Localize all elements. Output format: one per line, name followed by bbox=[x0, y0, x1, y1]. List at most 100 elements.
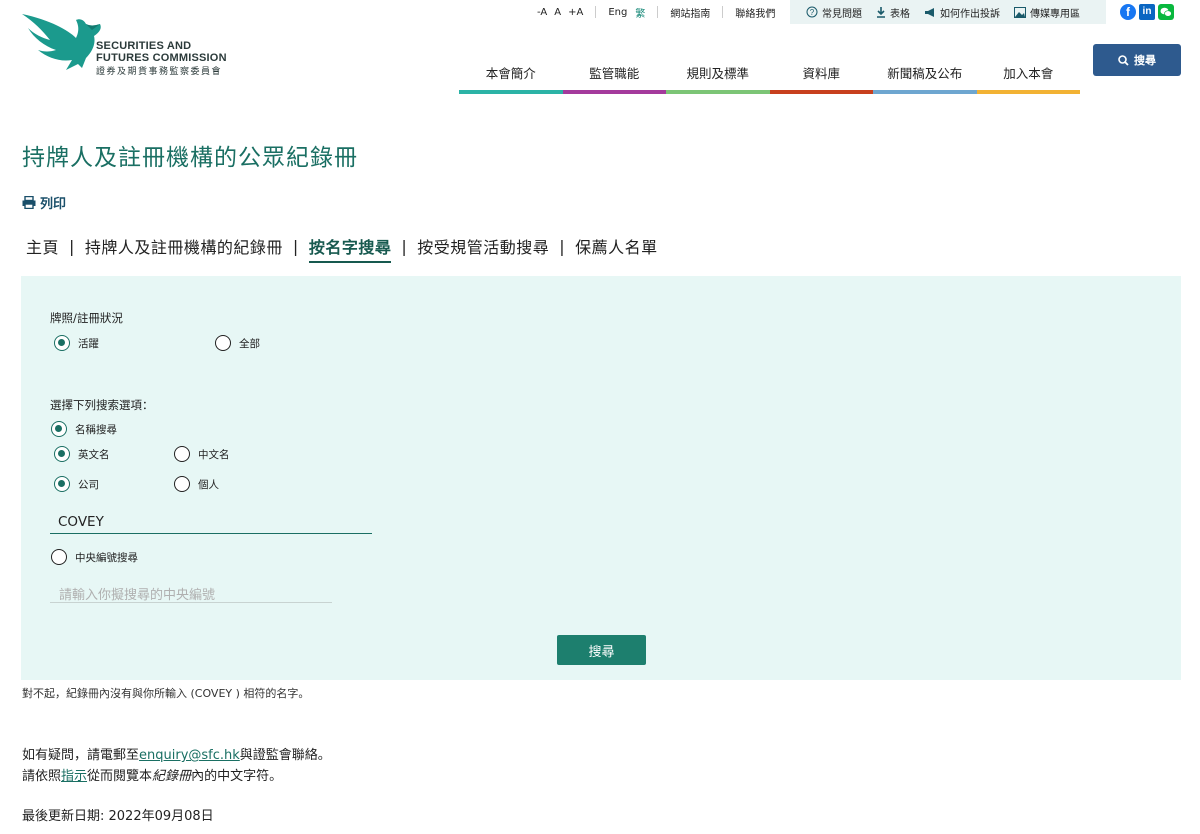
nav-underline bbox=[769, 90, 873, 94]
media-label: 傳媒專用區 bbox=[1030, 8, 1080, 20]
forms-label: 表格 bbox=[890, 8, 910, 20]
nav-label: 加入本會 bbox=[1003, 66, 1054, 81]
nav-underline bbox=[666, 90, 770, 94]
nav-regulatory[interactable]: 監管職能 bbox=[562, 60, 666, 94]
company-radio[interactable]: 公司 bbox=[54, 476, 99, 492]
nav-news[interactable]: 新聞稿及公布 bbox=[873, 60, 977, 94]
divider bbox=[657, 6, 659, 18]
nav-underline bbox=[459, 90, 563, 94]
nav-label: 新聞稿及公布 bbox=[887, 66, 963, 81]
ce-number-input[interactable]: 請輸入你擬搜尋的中央編號 bbox=[50, 584, 332, 603]
last-updated: 最後更新日期: 2022年09月08日 bbox=[22, 809, 214, 824]
font-size-decrease[interactable]: -A bbox=[537, 7, 547, 18]
radio-label: 個人 bbox=[198, 478, 219, 491]
wechat-icon[interactable] bbox=[1158, 4, 1174, 20]
nav-about[interactable]: 本會簡介 bbox=[459, 60, 563, 94]
individual-radio[interactable]: 個人 bbox=[174, 476, 219, 492]
radio-label: 中文名 bbox=[198, 448, 230, 461]
radio-circle bbox=[215, 335, 231, 351]
radio-label: 中央編號搜尋 bbox=[75, 551, 138, 564]
enquiry-line: 如有疑問，請電郵至enquiry@sfc.hk與證監會聯絡。 bbox=[22, 745, 331, 766]
radio-circle bbox=[174, 476, 190, 492]
enquiry-prefix: 如有疑問，請電郵至 bbox=[22, 748, 140, 763]
crumb-separator: | bbox=[559, 236, 566, 256]
complaint-link[interactable]: 如何作出投訴 bbox=[924, 5, 1000, 20]
faq-link[interactable]: ? 常見問題 bbox=[806, 5, 862, 20]
crumb-register[interactable]: 持牌人及註冊機構的紀錄冊 bbox=[85, 234, 283, 258]
chinese-name-radio[interactable]: 中文名 bbox=[174, 446, 230, 462]
divider bbox=[595, 6, 597, 18]
crumb-name-search[interactable]: 按名字搜尋 bbox=[308, 234, 392, 263]
nav-rules[interactable]: 規則及標準 bbox=[666, 60, 770, 94]
name-search-radio[interactable]: 名稱搜尋 bbox=[51, 421, 117, 437]
sfc-logo[interactable]: SECURITIES AND FUTURES COMMISSION 證券及期貨事… bbox=[20, 8, 235, 80]
guide-line: 請依照指示從而閱覽本紀錄冊內的中文字符。 bbox=[22, 766, 331, 787]
svg-text:?: ? bbox=[810, 8, 815, 17]
print-button[interactable]: 列印 bbox=[22, 193, 66, 212]
image-icon bbox=[1014, 6, 1026, 18]
radio-label: 活躍 bbox=[78, 337, 99, 350]
nav-underline bbox=[562, 90, 666, 94]
radio-circle bbox=[51, 421, 67, 437]
megaphone-icon bbox=[925, 7, 934, 17]
logo-zh: 證券及期貨事務監察委員會 bbox=[96, 66, 223, 76]
status-all-radio[interactable]: 全部 bbox=[215, 335, 260, 351]
media-link[interactable]: 傳媒專用區 bbox=[1014, 5, 1080, 20]
enquiry-text: 如有疑問，請電郵至enquiry@sfc.hk與證監會聯絡。 請依照指示從而閱覽… bbox=[22, 745, 331, 787]
quick-links: ? 常見問題 表格 如何作出投訴 傳媒專用區 bbox=[806, 0, 1094, 24]
sitemap-link[interactable]: 網站指南 bbox=[670, 5, 710, 20]
search-button-label: 搜尋 bbox=[1134, 54, 1156, 67]
guide-link[interactable]: 指示 bbox=[61, 769, 87, 784]
linkedin-icon[interactable]: in bbox=[1139, 4, 1155, 20]
guide-italic: 紀錄冊 bbox=[152, 769, 192, 784]
faq-label: 常見問題 bbox=[822, 8, 862, 20]
nav-underline bbox=[976, 90, 1080, 94]
download-icon bbox=[877, 6, 885, 18]
search-icon bbox=[1118, 54, 1129, 66]
printer-icon bbox=[22, 196, 36, 209]
font-size-increase[interactable]: +A bbox=[568, 7, 583, 18]
nav-underline bbox=[873, 90, 977, 94]
radio-circle bbox=[54, 335, 70, 351]
lang-zh-link[interactable]: 繁 bbox=[635, 5, 645, 20]
ce-search-radio[interactable]: 中央編號搜尋 bbox=[51, 549, 138, 565]
crumb-separator: | bbox=[292, 236, 299, 256]
nav-database[interactable]: 資料庫 bbox=[769, 60, 873, 94]
crumb-activity-search[interactable]: 按受規管活動搜尋 bbox=[417, 234, 549, 258]
search-button[interactable]: 搜尋 bbox=[1093, 44, 1181, 76]
name-search-input[interactable]: COVEY bbox=[50, 514, 372, 534]
lang-en-link[interactable]: Eng bbox=[608, 7, 627, 18]
radio-label: 名稱搜尋 bbox=[75, 423, 117, 436]
crumb-separator: | bbox=[69, 236, 75, 256]
print-label: 列印 bbox=[40, 197, 67, 212]
radio-label: 英文名 bbox=[78, 448, 110, 461]
social-links: f in bbox=[1120, 4, 1177, 20]
logo-wordmark: SECURITIES AND FUTURES COMMISSION 證券及期貨事… bbox=[96, 40, 227, 77]
english-name-radio[interactable]: 英文名 bbox=[54, 446, 110, 462]
nav-careers[interactable]: 加入本會 bbox=[976, 60, 1080, 94]
radio-circle bbox=[54, 476, 70, 492]
radio-label: 公司 bbox=[78, 478, 99, 491]
main-nav: 本會簡介 監管職能 規則及標準 資料庫 新聞稿及公布 加入本會 bbox=[459, 60, 1080, 94]
font-size-normal[interactable]: A bbox=[554, 7, 561, 18]
contact-link[interactable]: 聯絡我們 bbox=[735, 5, 775, 20]
enquiry-email-link[interactable]: enquiry@sfc.hk bbox=[139, 748, 240, 763]
nav-label: 資料庫 bbox=[802, 66, 840, 81]
utility-bar: -A A +A Eng 繁 網站指南 聯絡我們 bbox=[520, 0, 775, 24]
eagle-logo-icon bbox=[22, 14, 101, 70]
nav-label: 監管職能 bbox=[589, 66, 640, 81]
breadcrumb: 主頁 | 持牌人及註冊機構的紀錄冊 | 按名字搜尋 | 按受規管活動搜尋 | 保… bbox=[26, 229, 658, 263]
question-icon: ? bbox=[806, 6, 818, 18]
crumb-home[interactable]: 主頁 bbox=[26, 234, 59, 258]
facebook-icon[interactable]: f bbox=[1120, 4, 1136, 20]
page-title: 持牌人及註冊機構的公眾紀錄冊 bbox=[22, 145, 358, 171]
guide-middle: 從而閱覽本 bbox=[87, 769, 153, 784]
crumb-sponsors[interactable]: 保薦人名單 bbox=[575, 234, 658, 258]
forms-link[interactable]: 表格 bbox=[876, 5, 910, 20]
options-label: 選擇下列搜索選項： bbox=[50, 398, 154, 412]
logo-en-line2: FUTURES COMMISSION bbox=[96, 52, 227, 64]
guide-prefix: 請依照 bbox=[22, 769, 62, 784]
submit-search-button[interactable]: 搜尋 bbox=[557, 635, 646, 665]
radio-circle bbox=[51, 549, 67, 565]
status-active-radio[interactable]: 活躍 bbox=[54, 335, 99, 351]
